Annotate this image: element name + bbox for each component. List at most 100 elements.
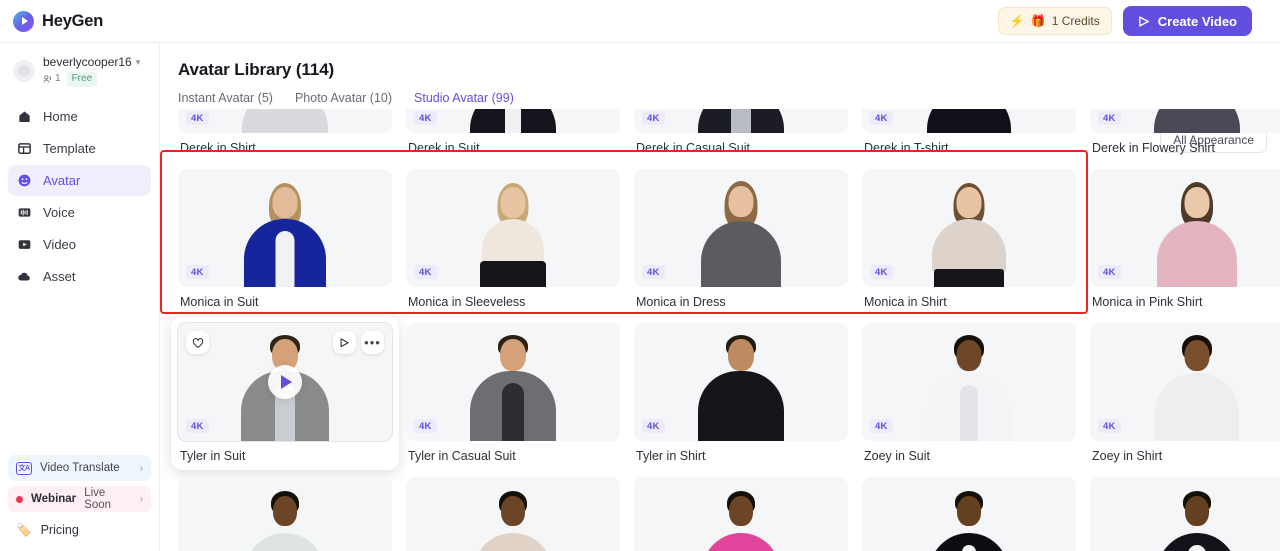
- avatar-figure: [1090, 477, 1280, 551]
- user-profile[interactable]: beverlycooper16 ▾ 1 Free: [0, 43, 159, 97]
- quality-badge: 4K: [1098, 419, 1121, 433]
- avatar-figure: [634, 169, 848, 287]
- avatar-card[interactable]: 4K Monica in Suit: [178, 169, 392, 309]
- avatar-card[interactable]: 4K Derek in T-shirt: [862, 109, 1076, 155]
- profile-name-row: beverlycooper16 ▾: [43, 55, 140, 70]
- sidebar-item-template[interactable]: Template: [8, 133, 151, 164]
- quality-badge: 4K: [870, 419, 893, 433]
- quality-badge: 4K: [186, 419, 209, 433]
- avatar-card[interactable]: 4K Derek in Suit: [406, 109, 620, 155]
- avatar-name: Monica in Pink Shirt: [1092, 295, 1203, 309]
- avatar-thumbnail: ••• 4K: [178, 323, 392, 441]
- avatar-thumbnail: 4K: [1090, 169, 1280, 287]
- avatar-figure: [178, 169, 392, 287]
- sidebar-item-label: Voice: [43, 204, 75, 220]
- avatar-card[interactable]: 4K Derek in Casual Suit: [634, 109, 848, 155]
- credits-badge[interactable]: ⚡ 🎁 1 Credits: [997, 7, 1112, 35]
- avatar-row-tyler-zoey: ••• 4K Tyler in Suit 4K Tyler in Casual …: [160, 316, 1280, 470]
- avatar-name: Monica in Shirt: [864, 295, 947, 309]
- avatar-name: Monica in Suit: [180, 295, 259, 309]
- red-dot-icon: [16, 495, 23, 503]
- avatar-card[interactable]: 4K Monica in Dress: [634, 169, 848, 309]
- avatar-card[interactable]: 4K Derek in Shirt: [178, 109, 392, 155]
- avatar-grid-scroll[interactable]: 4K Derek in Shirt 4K Derek in Suit 4K De…: [160, 109, 1280, 551]
- avatar-name: Monica in Sleeveless: [408, 295, 526, 309]
- avatar-figure: [862, 323, 1076, 441]
- video-icon: [16, 236, 33, 253]
- quality-badge: 4K: [1098, 111, 1121, 125]
- avatar-card-hovered[interactable]: ••• 4K Tyler in Suit: [171, 316, 399, 470]
- avatar-icon: [16, 172, 33, 189]
- sidebar-item-label: Video: [43, 236, 77, 252]
- avatar-thumbnail: 4K: [1090, 323, 1280, 441]
- top-bar-actions: ⚡ 🎁 1 Credits Create Video: [997, 0, 1280, 43]
- promo-webinar[interactable]: Webinar Live Soon ›: [8, 486, 151, 512]
- avatar-thumbnail: 4K: [634, 109, 848, 133]
- avatar-figure: [178, 109, 392, 133]
- avatar-row-partial-bottom: [160, 477, 1280, 551]
- sidebar-item-pricing[interactable]: 🏷️ Pricing: [8, 517, 151, 543]
- create-video-button[interactable]: Create Video: [1122, 6, 1252, 36]
- avatar-card[interactable]: 4K Tyler in Casual Suit: [406, 323, 620, 463]
- heygen-avatar-library-page: HeyGen ⚡ 🎁 1 Credits Create Video beverl…: [0, 0, 1280, 551]
- quality-badge: 4K: [1098, 265, 1121, 279]
- avatar-thumbnail: 4K: [862, 169, 1076, 287]
- avatar-name: Tyler in Casual Suit: [408, 449, 516, 463]
- chevron-right-icon: ›: [139, 462, 143, 474]
- avatar-card[interactable]: [862, 477, 1076, 551]
- page-title: Avatar Library (114): [178, 60, 335, 79]
- avatar-figure: [862, 477, 1076, 551]
- sidebar-item-asset[interactable]: Asset: [8, 261, 151, 292]
- sidebar-item-video[interactable]: Video: [8, 229, 151, 260]
- avatar-card[interactable]: 4K Derek in Flowery Shirt: [1090, 109, 1280, 155]
- avatar-card[interactable]: [178, 477, 392, 551]
- avatar-thumbnail: 4K: [1090, 109, 1280, 133]
- more-options-button[interactable]: •••: [361, 331, 384, 354]
- chevron-down-icon[interactable]: ▾: [136, 57, 141, 68]
- sidebar-item-label: Asset: [43, 268, 76, 284]
- favorite-button[interactable]: [186, 331, 209, 354]
- avatar-card[interactable]: [634, 477, 848, 551]
- quality-badge: 4K: [186, 265, 209, 279]
- pricing-tag-icon: 🏷️: [16, 522, 32, 537]
- lightning-icon: ⚡: [1009, 14, 1025, 28]
- avatar-figure: [634, 323, 848, 441]
- promo-video-translate[interactable]: 文A Video Translate ›: [8, 455, 151, 481]
- sidebar-item-avatar[interactable]: Avatar: [8, 164, 151, 196]
- avatar-card[interactable]: [406, 477, 620, 551]
- brand-logo[interactable]: HeyGen: [0, 10, 160, 32]
- avatar-card[interactable]: 4K Monica in Sleeveless: [406, 169, 620, 309]
- sidebar-promos: 文A Video Translate › Webinar Live Soon ›…: [8, 455, 151, 543]
- avatar-card[interactable]: 4K Monica in Pink Shirt: [1090, 169, 1280, 309]
- avatar-row-derek: 4K Derek in Shirt 4K Derek in Suit 4K De…: [160, 109, 1280, 155]
- sidebar-item-home[interactable]: Home: [8, 101, 151, 132]
- quality-badge: 4K: [642, 265, 665, 279]
- avatar-card[interactable]: 4K Zoey in Suit: [862, 323, 1076, 463]
- quality-badge: 4K: [642, 419, 665, 433]
- avatar-name: Derek in Suit: [408, 141, 480, 155]
- avatar-card[interactable]: 4K Tyler in Shirt: [634, 323, 848, 463]
- avatar-name: Tyler in Shirt: [636, 449, 706, 463]
- avatar-thumbnail: [406, 477, 620, 551]
- promo-label-rest: Live Soon: [84, 487, 112, 511]
- sidebar-item-voice[interactable]: Voice: [8, 197, 151, 228]
- avatar-name: Monica in Dress: [636, 295, 726, 309]
- avatar-figure: [406, 477, 620, 551]
- avatar-card[interactable]: 4K Monica in Shirt: [862, 169, 1076, 309]
- avatar-row-monica: 4K Monica in Suit 4K Monica in Sleeveles…: [160, 169, 1280, 309]
- create-video-from-avatar-button[interactable]: [333, 331, 356, 354]
- quality-badge: 4K: [870, 265, 893, 279]
- promo-label: Video Translate: [40, 462, 120, 474]
- home-icon: [16, 108, 33, 125]
- avatar-figure: [634, 477, 848, 551]
- avatar-card[interactable]: [1090, 477, 1280, 551]
- avatar-thumbnail: [178, 477, 392, 551]
- topbar-right-edge: [1263, 0, 1269, 43]
- translate-icon: 文A: [16, 461, 32, 475]
- avatar-thumbnail: [862, 477, 1076, 551]
- avatar-thumbnail: 4K: [862, 323, 1076, 441]
- play-button-icon[interactable]: [268, 365, 302, 399]
- create-video-label: Create Video: [1157, 13, 1237, 29]
- avatar-thumbnail: [1090, 477, 1280, 551]
- avatar-card[interactable]: 4K Zoey in Shirt: [1090, 323, 1280, 463]
